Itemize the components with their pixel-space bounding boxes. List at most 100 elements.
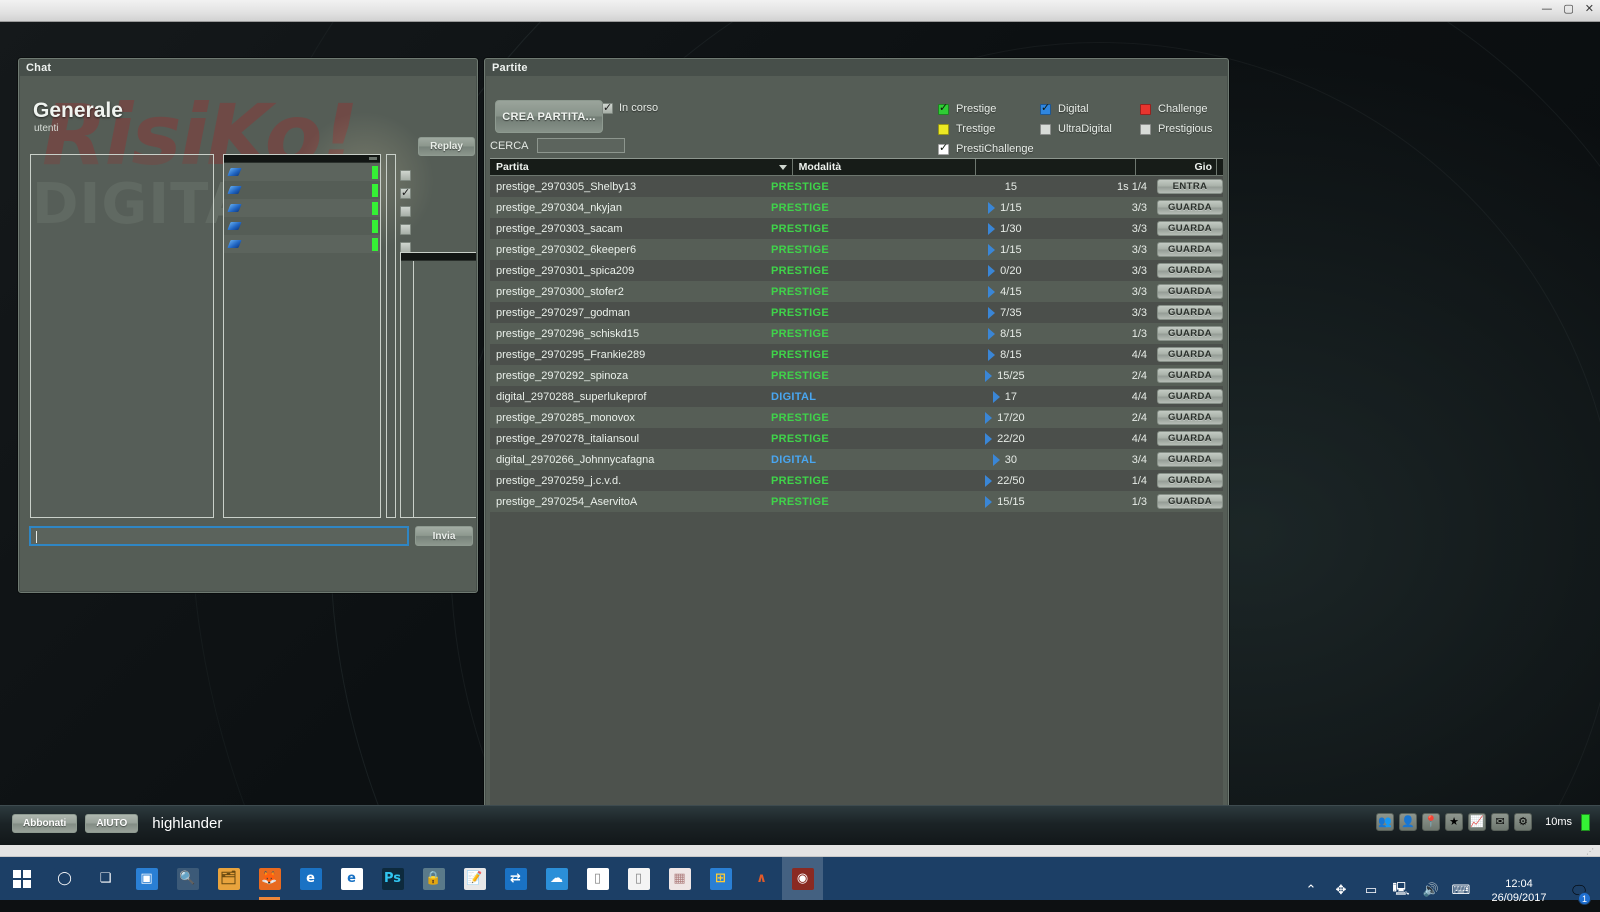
chat-filter-checkbox[interactable] [400,223,411,235]
replay-button[interactable]: Replay [418,137,475,156]
game-row[interactable]: prestige_2970285_monovox PRESTIGE 17/20 2/4… [490,407,1223,428]
game-action-button[interactable]: GUARDA [1157,326,1223,341]
chat-users-list[interactable] [223,154,381,518]
mail-icon[interactable]: ✉ [1491,813,1510,831]
file-explorer-icon[interactable]: 🗂 [208,857,249,900]
chat-input[interactable] [31,528,407,544]
close-button[interactable]: ✕ [1585,2,1594,16]
chat-filter-checkbox[interactable] [400,186,411,199]
game-action-button[interactable]: GUARDA [1157,263,1223,278]
column-header-partita[interactable]: Partita [490,159,792,175]
game-action-button[interactable]: GUARDA [1157,452,1223,467]
in-corso-filter[interactable]: In corso [602,101,658,114]
game-action-button[interactable]: GUARDA [1157,200,1223,215]
maximize-button[interactable]: ▢ [1563,2,1573,16]
matlab-icon[interactable]: ∧ [741,857,782,900]
mode-filter-digital[interactable]: Digital [1040,99,1140,119]
teamviewer-icon[interactable]: ⇄ [495,857,536,900]
game-action-button[interactable]: GUARDA [1157,242,1223,257]
game-row[interactable]: prestige_2970305_Shelby13 PRESTIGE 15 1s 1/… [490,176,1223,197]
notepad-icon[interactable]: 📝 [454,857,495,900]
game-row[interactable]: prestige_2970292_spinoza PRESTIGE 15/25 2/4… [490,365,1223,386]
game-row[interactable]: prestige_2970302_6keeper6 PRESTIGE 1/15 3/3… [490,239,1223,260]
game-row[interactable]: digital_2970288_superlukeprof DIGITAL 17 4/… [490,386,1223,407]
mode-filter-checkbox[interactable] [938,101,949,115]
user-list-item[interactable] [224,235,380,253]
game-action-button[interactable]: GUARDA [1157,389,1223,404]
risiko-game-icon[interactable]: ◉ [782,857,823,900]
game-row[interactable]: prestige_2970303_sacam PRESTIGE 1/30 3/3 GUA… [490,218,1223,239]
chat-filter-gialli[interactable] [400,202,476,220]
mode-filter-checkbox[interactable] [1040,101,1051,115]
edge-icon[interactable]: e [290,857,331,900]
column-header-progress[interactable] [974,159,1135,175]
battery-icon[interactable]: ▭ [1356,869,1386,912]
send-button[interactable]: Invia [415,526,473,546]
user-list-item[interactable] [224,199,380,217]
game-row[interactable]: prestige_2970301_spica209 PRESTIGE 0/20 3/3… [490,260,1223,281]
document-icon[interactable]: ▯ [577,857,618,900]
favorite-icon[interactable]: ★ [1445,813,1464,831]
start-button[interactable] [0,857,44,900]
chat-filter-blu[interactable] [400,184,476,202]
game-action-button[interactable]: GUARDA [1157,431,1223,446]
user-list-item[interactable] [224,181,380,199]
aiuto-button[interactable]: AIUTO [85,814,139,833]
settings-icon[interactable]: ⚙ [1514,813,1533,831]
mode-filter-prestigious[interactable]: Prestigious [1140,119,1212,139]
photoshop-icon[interactable]: Ps [372,857,413,900]
mode-filter-checkbox[interactable] [938,123,949,135]
in-corso-checkbox[interactable] [602,101,613,114]
game-action-button[interactable]: GUARDA [1157,494,1223,509]
game-action-button[interactable]: GUARDA [1157,284,1223,299]
profile-icon[interactable]: 👤 [1399,813,1418,831]
game-action-button[interactable]: ENTRA [1157,179,1223,194]
internet-explorer-icon[interactable]: e [331,857,372,900]
security-icon[interactable]: 🔒 [413,857,454,900]
show-hidden-icons[interactable]: ⌃ [1296,869,1326,912]
grid-icon[interactable]: ▦ [659,857,700,900]
game-action-button[interactable]: GUARDA [1157,410,1223,425]
task-view-icon[interactable]: ❏ [85,857,126,900]
keyboard-icon[interactable]: ⌨ [1446,869,1476,912]
game-action-button[interactable]: GUARDA [1157,221,1223,236]
chat-input-wrapper[interactable] [29,526,409,546]
chat-filter-checkbox[interactable] [400,205,411,217]
search-globe-icon[interactable]: 🔍 [167,857,208,900]
friends-icon[interactable]: 👥 [1376,813,1395,831]
mode-filter-trestige[interactable]: Trestige [938,119,1040,139]
minimize-button[interactable]: — [1541,2,1552,16]
game-row[interactable]: prestige_2970278_italiansoul PRESTIGE 22/2… [490,428,1223,449]
game-row[interactable]: prestige_2970300_stofer2 PRESTIGE 4/15 3/3 G… [490,281,1223,302]
mode-filter-checkbox[interactable] [1140,123,1151,135]
network-icon[interactable]: 🖳 [1386,869,1416,912]
windows-flag-icon[interactable]: ⊞ [700,857,741,900]
dropbox-icon[interactable]: ✥ [1326,869,1356,912]
mode-filter-prestichallenge[interactable]: PrestiChallenge [938,139,1040,159]
game-row[interactable]: prestige_2970295_Frankie289 PRESTIGE 8/15 4… [490,344,1223,365]
blue-app-icon[interactable]: ▣ [126,857,167,900]
column-header-modalita[interactable]: Modalità [791,159,975,175]
game-row[interactable]: prestige_2970259_j.c.v.d. PRESTIGE 22/50 1/… [490,470,1223,491]
game-action-button[interactable]: GUARDA [1157,473,1223,488]
column-header-gio[interactable]: Gio [1134,159,1216,175]
game-action-button[interactable]: GUARDA [1157,305,1223,320]
game-action-button[interactable]: GUARDA [1157,347,1223,362]
firefox-icon[interactable]: 🦊 [249,857,290,900]
alert-icon[interactable]: 📍 [1422,813,1441,831]
abbonati-button[interactable]: Abbonati [12,814,78,833]
cortana-icon[interactable]: ◯ [44,857,85,900]
search-input[interactable] [536,138,625,153]
mode-filter-checkbox[interactable] [938,141,949,155]
page-icon[interactable]: ▯ [618,857,659,900]
create-game-button[interactable]: CREA PARTITA... [495,100,603,133]
mode-filter-ultradigital[interactable]: UltraDigital [1040,119,1140,139]
chat-filter-checkbox[interactable] [400,169,411,181]
chat-filter-altri[interactable] [400,166,476,184]
mode-filter-checkbox[interactable] [1040,123,1051,135]
game-row[interactable]: prestige_2970254_AservitoA PRESTIGE 15/15 1… [490,491,1223,512]
taskbar-clock[interactable]: 12:04 26/09/2017 [1476,869,1562,912]
game-row[interactable]: prestige_2970297_godman PRESTIGE 7/35 3/3 GU… [490,302,1223,323]
chart-icon[interactable]: 📈 [1468,813,1487,831]
chat-filter-arancioni[interactable] [400,220,476,238]
